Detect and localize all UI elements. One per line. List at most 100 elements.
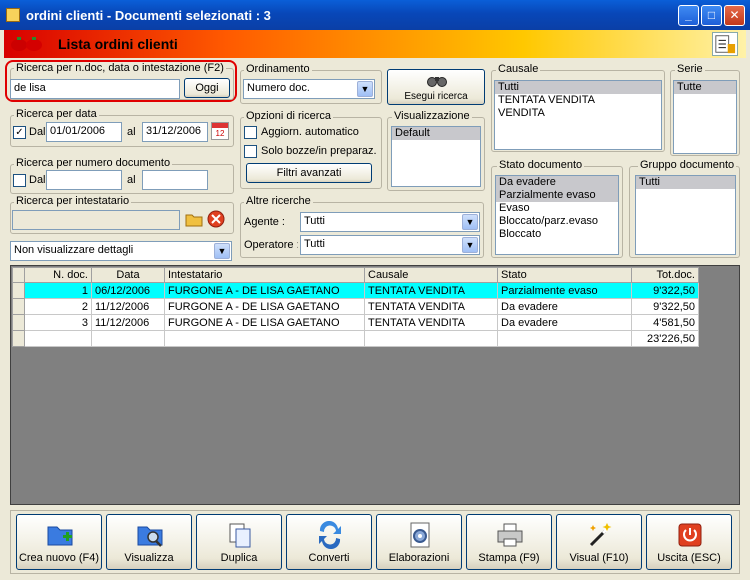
printer-icon — [497, 523, 523, 547]
column-header[interactable]: Stato — [497, 267, 632, 283]
drafts-only-checkbox[interactable] — [244, 145, 257, 158]
details-value: Non visualizzare dettagli — [14, 244, 134, 256]
column-header[interactable]: Intestatario — [164, 267, 365, 283]
cell-holder[interactable]: FURGONE A - DE LISA GAETANO — [164, 282, 365, 299]
agent-select[interactable]: Tutti ▼ — [300, 212, 480, 232]
date-to-input[interactable]: 31/12/2006 — [142, 122, 208, 142]
column-header[interactable]: Data — [91, 267, 165, 283]
column-header[interactable]: Causale — [364, 267, 498, 283]
chevron-down-icon[interactable]: ▼ — [462, 237, 478, 253]
causale-list[interactable]: Tutti TENTATA VENDITA VENDITA — [494, 80, 662, 150]
cell-total[interactable]: 9'322,50 — [631, 282, 699, 299]
cell-causale[interactable]: TENTATA VENDITA — [364, 314, 498, 331]
list-item[interactable]: Tutti — [636, 176, 735, 189]
processing-button[interactable]: Elaborazioni — [376, 514, 462, 570]
other-search-label: Altre ricerche — [244, 195, 313, 207]
exit-button[interactable]: Uscita (ESC) — [646, 514, 732, 570]
list-item[interactable]: Evaso — [496, 202, 618, 215]
advanced-filters-button[interactable]: Filtri avanzati — [246, 163, 372, 183]
search-input[interactable]: de lisa — [10, 79, 180, 99]
view-list[interactable]: Default — [391, 126, 481, 187]
header-banner: Lista ordini clienti — [4, 30, 746, 58]
view-button[interactable]: Visualizza — [106, 514, 192, 570]
date-filter-checkbox[interactable]: ✓ — [13, 126, 26, 139]
close-button[interactable]: ✕ — [724, 5, 745, 26]
date-from-input[interactable]: 01/01/2006 — [46, 122, 122, 142]
column-header[interactable]: N. doc. — [24, 267, 92, 283]
run-search-button[interactable]: Esegui ricerca — [387, 69, 485, 105]
cell-causale[interactable]: TENTATA VENDITA — [364, 298, 498, 315]
convert-button[interactable]: Converti — [286, 514, 372, 570]
report-icon[interactable] — [712, 32, 738, 56]
list-item[interactable]: Bloccato — [496, 228, 618, 241]
create-new-button[interactable]: Crea nuovo (F4) — [16, 514, 102, 570]
sort-select[interactable]: Numero doc. ▼ — [243, 79, 375, 99]
minimize-button[interactable]: _ — [678, 5, 699, 26]
serie-list[interactable]: Tutte — [673, 80, 737, 154]
cell-doc-number[interactable]: 2 — [24, 298, 92, 315]
list-item[interactable]: TENTATA VENDITA — [495, 94, 661, 107]
cell-total[interactable]: 4'581,50 — [631, 314, 699, 331]
doc-number-to-input[interactable] — [142, 170, 208, 190]
holder-input[interactable] — [12, 210, 180, 230]
doc-number-from-input[interactable] — [46, 170, 122, 190]
duplicate-icon — [229, 523, 251, 548]
chevron-down-icon[interactable]: ▼ — [462, 214, 478, 230]
orders-table: N. doc. Data Intestatario Causale Stato … — [12, 267, 699, 347]
cell-holder[interactable]: FURGONE A - DE LISA GAETANO — [164, 298, 365, 315]
column-header[interactable]: Tot.doc. — [631, 267, 699, 283]
stato-label: Stato documento — [497, 159, 585, 171]
cell-doc-number[interactable]: 3 — [24, 314, 92, 331]
power-icon — [678, 523, 702, 547]
list-item[interactable]: Default — [392, 127, 480, 140]
app-icon — [6, 8, 20, 22]
title-bar: ordini clienti - Documenti selezionati :… — [0, 0, 750, 30]
agent-label: Agente : — [244, 216, 285, 228]
chevron-down-icon[interactable]: ▼ — [357, 81, 373, 97]
stato-list[interactable]: Da evadere Parzialmente evaso Evaso Bloc… — [495, 175, 619, 255]
cell-date[interactable]: 06/12/2006 — [91, 282, 165, 299]
table-row[interactable]: 2 11/12/2006 FURGONE A - DE LISA GAETANO… — [12, 298, 699, 315]
list-item[interactable]: Da evadere — [496, 176, 618, 189]
cell-holder[interactable]: FURGONE A - DE LISA GAETANO — [164, 314, 365, 331]
row-indicator — [12, 330, 25, 347]
cell-total[interactable]: 9'322,50 — [631, 298, 699, 315]
cell-status[interactable]: Parzialmente evaso — [497, 282, 632, 299]
list-item[interactable]: Parzialmente evaso — [496, 189, 618, 202]
cell-status[interactable]: Da evadere — [497, 298, 632, 315]
operator-select[interactable]: Tutti ▼ — [300, 235, 480, 255]
list-item[interactable]: Bloccato/parz.evaso — [496, 215, 618, 228]
cell-date[interactable]: 11/12/2006 — [91, 298, 165, 315]
doc-number-label: Ricerca per numero documento — [14, 157, 173, 169]
auto-update-checkbox[interactable] — [244, 126, 257, 139]
list-item[interactable]: Tutti — [495, 81, 661, 94]
window-title: ordini clienti - Documenti selezionati :… — [26, 8, 271, 23]
clear-icon[interactable] — [207, 210, 225, 228]
chevron-down-icon[interactable]: ▼ — [214, 243, 230, 259]
cell-status[interactable]: Da evadere — [497, 314, 632, 331]
cell-doc-number[interactable]: 1 — [24, 282, 92, 299]
cell-date[interactable]: 11/12/2006 — [91, 314, 165, 331]
list-item[interactable]: Tutte — [674, 81, 736, 94]
sort-label: Ordinamento — [244, 63, 312, 75]
gruppo-list[interactable]: Tutti — [635, 175, 736, 255]
list-item[interactable]: VENDITA — [495, 107, 661, 120]
maximize-button[interactable]: □ — [701, 5, 722, 26]
row-indicator — [12, 314, 25, 331]
details-select[interactable]: Non visualizzare dettagli ▼ — [10, 241, 232, 261]
causale-label: Causale — [496, 63, 541, 75]
today-button[interactable]: Oggi — [184, 78, 230, 98]
agent-value: Tutti — [304, 215, 325, 227]
auto-update-label: Aggiorn. automatico — [261, 126, 359, 138]
doc-number-from-label: Dal — [29, 174, 46, 186]
table-row[interactable]: 1 06/12/2006 FURGONE A - DE LISA GAETANO… — [12, 282, 699, 299]
cell-causale[interactable]: TENTATA VENDITA — [364, 282, 498, 299]
print-button[interactable]: Stampa (F9) — [466, 514, 552, 570]
duplicate-button[interactable]: Duplica — [196, 514, 282, 570]
folder-icon[interactable] — [185, 210, 203, 228]
table-row[interactable]: 3 11/12/2006 FURGONE A - DE LISA GAETANO… — [12, 314, 699, 331]
view-folder-icon — [137, 526, 163, 547]
doc-number-checkbox[interactable] — [13, 174, 26, 187]
visual-button[interactable]: Visual (F10) — [556, 514, 642, 570]
calendar-icon[interactable]: 12 — [211, 122, 229, 140]
